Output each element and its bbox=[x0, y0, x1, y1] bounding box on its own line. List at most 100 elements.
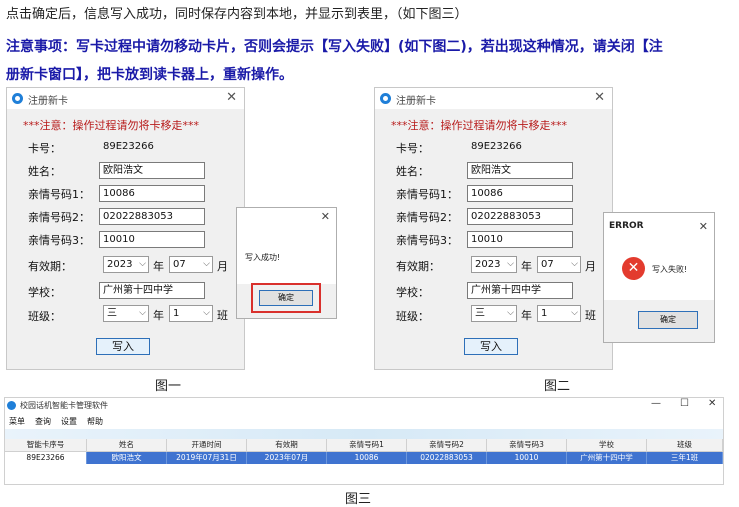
chevron-down-icon: ⌵ bbox=[203, 308, 210, 318]
dialog-titlebar: 注册新卡 ✕ bbox=[375, 88, 612, 109]
column-header[interactable]: 班级 bbox=[647, 439, 723, 451]
valid-label: 有效期： bbox=[28, 260, 72, 273]
table-cell: 10010 bbox=[487, 452, 567, 464]
class-unit: 班 bbox=[585, 309, 596, 322]
dialog-titlebar: 注册新卡 ✕ bbox=[7, 88, 244, 109]
instruction-line-1: 点击确定后，信息写入成功，同时保存内容到本地，并显示到表里，（如下图三） bbox=[6, 7, 468, 22]
phone3-label: 亲情号码3： bbox=[28, 234, 90, 247]
valid-label: 有效期： bbox=[396, 260, 440, 273]
phone3-input[interactable]: 10010 bbox=[99, 231, 205, 248]
chevron-down-icon: ⌵ bbox=[571, 259, 578, 269]
table-cell: 2019年07月31日 bbox=[167, 452, 247, 464]
school-label: 学校： bbox=[396, 286, 429, 299]
grade-unit: 年 bbox=[153, 309, 164, 322]
maximize-icon[interactable]: ☐ bbox=[680, 398, 689, 409]
column-header[interactable]: 开通时间 bbox=[167, 439, 247, 451]
school-input[interactable]: 广州第十四中学 bbox=[467, 282, 573, 299]
phone2-input[interactable]: 02022883053 bbox=[99, 208, 205, 225]
table-row[interactable]: 89E23266 欧阳浩文 2019年07月31日 2023年07月 10086… bbox=[5, 452, 723, 464]
month-select[interactable]: 07 ⌵ bbox=[537, 256, 581, 273]
error-title: ERROR bbox=[609, 221, 644, 231]
card-no-value: 89E23266 bbox=[103, 141, 154, 152]
card-no-label: 卡号： bbox=[28, 142, 61, 155]
app-title: 校园话机智能卡管理软件 bbox=[20, 401, 108, 410]
table-cell: 89E23266 bbox=[5, 452, 87, 464]
menu-item-query[interactable]: 查询 bbox=[35, 416, 51, 427]
column-header[interactable]: 亲情号码3 bbox=[487, 439, 567, 451]
column-header[interactable]: 有效期 bbox=[247, 439, 327, 451]
year-value: 2023 bbox=[107, 259, 133, 270]
school-input[interactable]: 广州第十四中学 bbox=[99, 282, 205, 299]
column-header[interactable]: 亲情号码2 bbox=[407, 439, 487, 451]
name-label: 姓名： bbox=[396, 165, 429, 178]
table-cell: 2023年07月 bbox=[247, 452, 327, 464]
caption-fig3: 图三 bbox=[345, 492, 372, 507]
month-value: 07 bbox=[541, 259, 554, 270]
column-header[interactable]: 学校 bbox=[567, 439, 647, 451]
close-icon[interactable]: ✕ bbox=[594, 90, 605, 105]
name-input[interactable]: 欧阳浩文 bbox=[99, 162, 205, 179]
menu-item-help[interactable]: 帮助 bbox=[87, 416, 103, 427]
grade-value: 三 bbox=[475, 308, 485, 319]
column-header[interactable]: 姓名 bbox=[87, 439, 167, 451]
table-cell: 广州第十四中学 bbox=[567, 452, 647, 464]
phone1-input[interactable]: 10086 bbox=[467, 185, 573, 202]
phone2-label: 亲情号码2： bbox=[28, 211, 90, 224]
name-label: 姓名： bbox=[28, 165, 61, 178]
table-cell: 三年1班 bbox=[647, 452, 723, 464]
error-message: 写入失败! bbox=[652, 265, 688, 274]
register-card-dialog-fig2: 注册新卡 ✕ ***注意：操作过程请勿将卡移走*** 卡号： 89E23266 … bbox=[374, 87, 613, 370]
year-unit: 年 bbox=[521, 260, 532, 273]
app-icon bbox=[380, 93, 391, 104]
month-unit: 月 bbox=[585, 260, 596, 273]
month-unit: 月 bbox=[217, 260, 228, 273]
close-icon[interactable]: ✕ bbox=[708, 398, 716, 409]
caption-fig1: 图一 bbox=[155, 379, 182, 394]
menu-item-menu[interactable]: 菜单 bbox=[9, 416, 25, 427]
class-label: 班级： bbox=[396, 310, 429, 323]
year-unit: 年 bbox=[153, 260, 164, 273]
close-icon[interactable]: ✕ bbox=[226, 90, 237, 105]
notice-text: ***注意：操作过程请勿将卡移走*** bbox=[391, 119, 567, 132]
success-message: 写入成功! bbox=[245, 253, 281, 262]
column-header[interactable]: 智能卡序号 bbox=[5, 439, 87, 451]
column-header[interactable]: 亲情号码1 bbox=[327, 439, 407, 451]
grade-unit: 年 bbox=[521, 309, 532, 322]
chevron-down-icon: ⌵ bbox=[139, 308, 146, 318]
ok-button[interactable]: 确定 bbox=[259, 290, 313, 306]
month-value: 07 bbox=[173, 259, 186, 270]
phone3-input[interactable]: 10010 bbox=[467, 231, 573, 248]
write-button[interactable]: 写入 bbox=[464, 338, 518, 355]
grade-select[interactable]: 三 ⌵ bbox=[471, 305, 517, 322]
phone2-label: 亲情号码2： bbox=[396, 211, 458, 224]
year-select[interactable]: 2023 ⌵ bbox=[103, 256, 149, 273]
write-button[interactable]: 写入 bbox=[96, 338, 150, 355]
phone3-label: 亲情号码3： bbox=[396, 234, 458, 247]
class-select[interactable]: 1 ⌵ bbox=[169, 305, 213, 322]
notice-text: ***注意：操作过程请勿将卡移走*** bbox=[23, 119, 199, 132]
menu-item-settings[interactable]: 设置 bbox=[61, 416, 77, 427]
name-input[interactable]: 欧阳浩文 bbox=[467, 162, 573, 179]
chevron-down-icon: ⌵ bbox=[507, 308, 514, 318]
class-select[interactable]: 1 ⌵ bbox=[537, 305, 581, 322]
month-select[interactable]: 07 ⌵ bbox=[169, 256, 213, 273]
grade-value: 三 bbox=[107, 308, 117, 319]
minimize-icon[interactable]: — bbox=[651, 398, 661, 409]
card-no-value: 89E23266 bbox=[471, 141, 522, 152]
app-titlebar: 校园话机智能卡管理软件 — ☐ ✕ bbox=[5, 398, 723, 414]
close-icon[interactable]: ✕ bbox=[321, 210, 330, 223]
warning-line-2: 册新卡窗口】，把卡放到读卡器上，重新操作。 bbox=[6, 67, 293, 83]
ok-button[interactable]: 确定 bbox=[638, 311, 698, 329]
app-icon bbox=[7, 401, 16, 410]
dialog-title: 注册新卡 bbox=[396, 96, 436, 107]
table-cell: 10086 bbox=[327, 452, 407, 464]
grade-select[interactable]: 三 ⌵ bbox=[103, 305, 149, 322]
close-icon[interactable]: ✕ bbox=[699, 220, 708, 233]
phone2-input[interactable]: 02022883053 bbox=[467, 208, 573, 225]
menu-bar: 菜单 查询 设置 帮助 bbox=[5, 414, 723, 429]
phone1-input[interactable]: 10086 bbox=[99, 185, 205, 202]
dialog-title: 注册新卡 bbox=[28, 96, 68, 107]
year-select[interactable]: 2023 ⌵ bbox=[471, 256, 517, 273]
chevron-down-icon: ⌵ bbox=[571, 308, 578, 318]
class-label: 班级： bbox=[28, 310, 61, 323]
